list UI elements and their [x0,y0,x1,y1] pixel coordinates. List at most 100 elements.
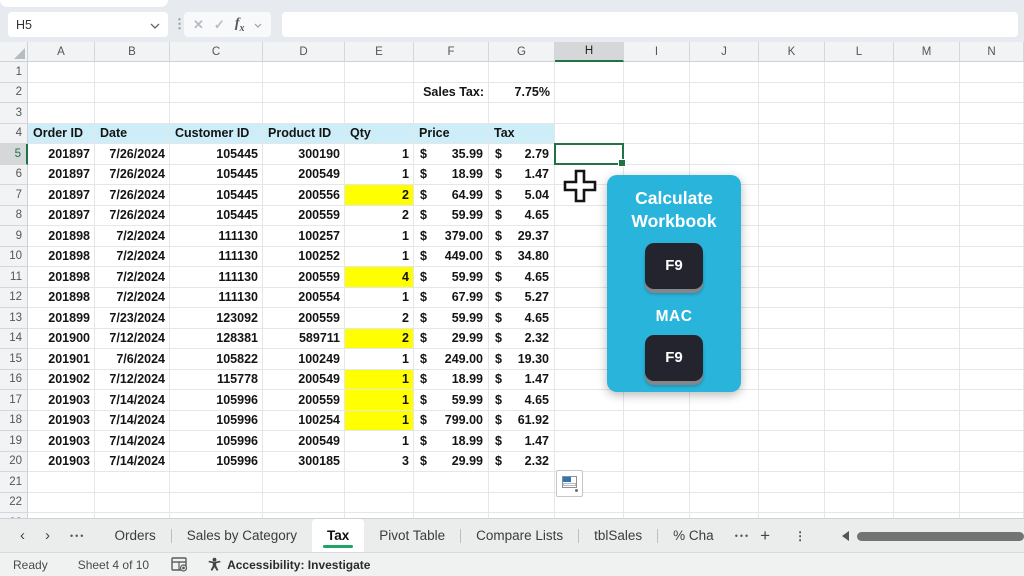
horizontal-scrollbar[interactable] [832,519,1024,553]
cell-B12[interactable]: 7/2/2024 [95,288,170,309]
cell-M1[interactable] [894,62,960,83]
prev-sheet-icon[interactable]: ‹ [20,528,25,543]
cell-B10[interactable]: 7/2/2024 [95,247,170,268]
cell-A16[interactable]: 201902 [28,370,95,391]
cell-A9[interactable]: 201898 [28,226,95,247]
cell-C7[interactable]: 105445 [170,185,263,206]
cell-C15[interactable]: 105822 [170,349,263,370]
row-header-22[interactable]: 22 [0,493,28,514]
cell-L8[interactable] [825,206,894,227]
formula-input[interactable] [282,12,1018,37]
cell-D11[interactable]: 200559 [263,267,345,288]
cell-C3[interactable] [170,103,263,124]
cell-F8[interactable]: $59.99 [414,206,489,227]
cell-E10[interactable]: 1 [345,247,414,268]
row-header-8[interactable]: 8 [0,206,28,227]
cell-C1[interactable] [170,62,263,83]
cell-E16[interactable]: 1 [345,370,414,391]
cell-A11[interactable]: 201898 [28,267,95,288]
cell-A5[interactable]: 201897 [28,144,95,165]
cell-I20[interactable] [624,452,690,473]
cell-E4[interactable]: Qty [345,124,414,145]
cell-L20[interactable] [825,452,894,473]
cell-H1[interactable] [555,62,624,83]
cell-A20[interactable]: 201903 [28,452,95,473]
cell-C19[interactable]: 105996 [170,431,263,452]
scrollbar-thumb[interactable] [857,532,1024,541]
cell-G5[interactable]: $2.79 [489,144,555,165]
cell-F20[interactable]: $29.99 [414,452,489,473]
cell-I1[interactable] [624,62,690,83]
cell-E6[interactable]: 1 [345,165,414,186]
cell-A17[interactable]: 201903 [28,390,95,411]
cell-N12[interactable] [960,288,1024,309]
cell-C18[interactable]: 105996 [170,411,263,432]
cell-F1[interactable] [414,62,489,83]
column-header-A[interactable]: A [28,42,95,62]
cell-H17[interactable] [555,390,624,411]
cell-D3[interactable] [263,103,345,124]
cell-K9[interactable] [759,226,825,247]
cell-D6[interactable]: 200549 [263,165,345,186]
cell-M16[interactable] [894,370,960,391]
cell-N15[interactable] [960,349,1024,370]
column-header-G[interactable]: G [489,42,555,62]
macro-record-icon[interactable] [171,557,189,572]
cell-L6[interactable] [825,165,894,186]
column-header-C[interactable]: C [170,42,263,62]
cell-M15[interactable] [894,349,960,370]
row-header-2[interactable]: 2 [0,83,28,104]
cell-B2[interactable] [95,83,170,104]
cell-K7[interactable] [759,185,825,206]
chevron-down-icon[interactable] [150,18,160,32]
cell-E20[interactable]: 3 [345,452,414,473]
cell-K22[interactable] [759,493,825,514]
cell-G13[interactable]: $4.65 [489,308,555,329]
cell-C17[interactable]: 105996 [170,390,263,411]
row-header-11[interactable]: 11 [0,267,28,288]
cell-C5[interactable]: 105445 [170,144,263,165]
cancel-icon[interactable]: ✕ [193,17,204,33]
cell-D15[interactable]: 100249 [263,349,345,370]
cell-D12[interactable]: 200554 [263,288,345,309]
cell-D20[interactable]: 300185 [263,452,345,473]
cell-M13[interactable] [894,308,960,329]
cell-E12[interactable]: 1 [345,288,414,309]
cell-D17[interactable]: 200559 [263,390,345,411]
row-header-6[interactable]: 6 [0,165,28,186]
cell-L2[interactable] [825,83,894,104]
cell-F5[interactable]: $35.99 [414,144,489,165]
insert-function-icon[interactable]: fx [235,16,245,34]
cell-E22[interactable] [345,493,414,514]
cell-K17[interactable] [759,390,825,411]
cell-J5[interactable] [690,144,759,165]
cell-G11[interactable]: $4.65 [489,267,555,288]
column-header-J[interactable]: J [690,42,759,62]
cell-F11[interactable]: $59.99 [414,267,489,288]
cell-J18[interactable] [690,411,759,432]
cell-C16[interactable]: 115778 [170,370,263,391]
cell-C9[interactable]: 111130 [170,226,263,247]
cell-M19[interactable] [894,431,960,452]
cell-D10[interactable]: 100252 [263,247,345,268]
column-header-H[interactable]: H [555,42,624,62]
cell-J3[interactable] [690,103,759,124]
cell-G3[interactable] [489,103,555,124]
cell-E2[interactable] [345,83,414,104]
cell-N8[interactable] [960,206,1024,227]
cell-A13[interactable]: 201899 [28,308,95,329]
cell-F18[interactable]: $799.00 [414,411,489,432]
row-header-13[interactable]: 13 [0,308,28,329]
cell-M22[interactable] [894,493,960,514]
cell-H3[interactable] [555,103,624,124]
cell-A1[interactable] [28,62,95,83]
cell-M8[interactable] [894,206,960,227]
cell-G17[interactable]: $4.65 [489,390,555,411]
cell-K3[interactable] [759,103,825,124]
cell-M17[interactable] [894,390,960,411]
cell-J22[interactable] [690,493,759,514]
cell-L10[interactable] [825,247,894,268]
cell-J2[interactable] [690,83,759,104]
cell-K4[interactable] [759,124,825,145]
cell-J1[interactable] [690,62,759,83]
